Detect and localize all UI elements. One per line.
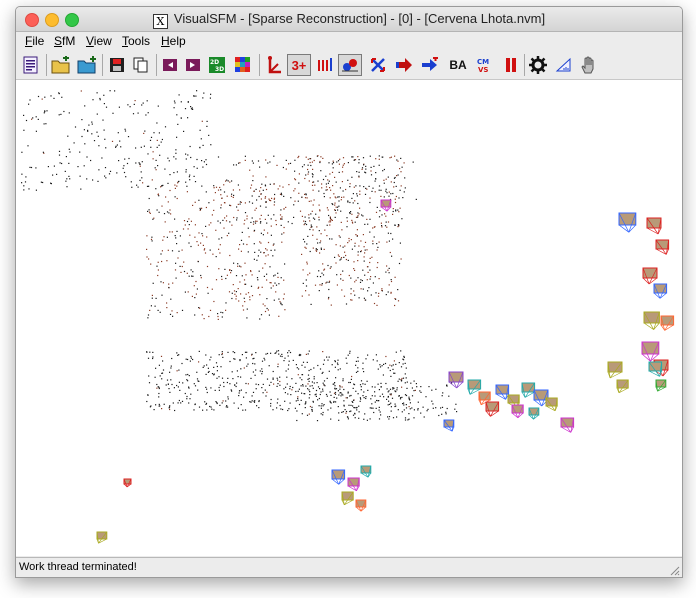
x11-app-icon: X [152, 14, 168, 29]
camera-frustum [646, 217, 662, 235]
reconstruction-canvas[interactable] [16, 80, 682, 556]
camera-frustum [641, 341, 660, 362]
camera-frustum [331, 469, 346, 485]
camera-frustum [355, 499, 367, 512]
camera-frustum [443, 419, 455, 432]
edit-ruler-icon[interactable] [552, 54, 574, 76]
log-window-icon[interactable] [20, 54, 42, 76]
camera-frustum [545, 397, 558, 412]
show-feature-icon[interactable] [232, 54, 254, 76]
camera-frustum [655, 379, 667, 392]
add-model-icon[interactable] [419, 54, 441, 76]
camera-frustum [521, 382, 536, 398]
show-single-image-icon[interactable] [182, 54, 204, 76]
camera-frustum [653, 283, 668, 299]
camera-frustum [495, 384, 510, 400]
open-multi-images-icon[interactable] [50, 54, 72, 76]
window-title: VisualSFM - [Sparse Reconstruction] - [0… [173, 11, 546, 26]
toolbar: 2D 3D 3+ BA CM VS [16, 51, 682, 80]
camera-frustum [528, 407, 540, 420]
title-bar[interactable]: X VisualSFM - [Sparse Reconstruction] - [… [16, 7, 682, 32]
bundle-adjustment-icon[interactable]: BA [446, 54, 470, 76]
status-bar: Work thread terminated! [16, 557, 682, 577]
svg-text:VS: VS [478, 66, 488, 74]
camera-frustum [448, 371, 464, 389]
camera-frustum [380, 199, 392, 212]
dense-cmvs-icon[interactable]: CM VS [474, 54, 496, 76]
menu-view[interactable]: View [86, 34, 112, 48]
point-cloud-view[interactable] [16, 80, 682, 556]
compute-missing-match-icon[interactable] [263, 54, 285, 76]
menu-help[interactable]: Help [161, 34, 186, 48]
menu-bar: File SfM View Tools Help [16, 32, 682, 51]
toolbar-separator [102, 54, 103, 76]
toolbar-separator [259, 54, 260, 76]
pause-icon[interactable] [500, 54, 522, 76]
status-text: Work thread terminated! [19, 561, 137, 573]
toolbar-separator [524, 54, 525, 76]
camera-frustum [96, 531, 108, 544]
app-window: X VisualSFM - [Sparse Reconstruction] - [… [15, 6, 683, 578]
camera-frustum [643, 311, 660, 330]
camera-frustum [660, 315, 675, 331]
camera-frustum [560, 417, 575, 433]
menu-tools[interactable]: Tools [122, 34, 150, 48]
resize-grip-icon[interactable] [668, 564, 680, 576]
toolbar-separator [46, 54, 47, 76]
camera-frustum [347, 477, 360, 492]
copy-icon[interactable] [130, 54, 152, 76]
camera-frustum [655, 239, 670, 255]
camera-frustum [616, 379, 629, 394]
show-thumbnails-icon[interactable] [159, 54, 181, 76]
camera-frustum [341, 491, 354, 506]
compute-3d-reconstruction-bars-icon[interactable] [314, 54, 336, 76]
settings-gear-icon[interactable] [527, 54, 549, 76]
camera-frustum [511, 404, 524, 419]
toolbar-separator [156, 54, 157, 76]
add-images-icon[interactable] [76, 54, 98, 76]
svg-text:CM: CM [477, 58, 489, 66]
svg-text:3D: 3D [215, 66, 224, 73]
run-sfm-arrow-icon[interactable] [393, 54, 415, 76]
show-3d-points-icon[interactable] [338, 54, 362, 76]
reconstruction-view-icon[interactable] [367, 54, 389, 76]
camera-frustum [642, 267, 658, 285]
menu-sfm[interactable]: SfM [54, 34, 75, 48]
save-nvm-icon[interactable] [106, 54, 128, 76]
reconstruct-3plus-icon[interactable]: 3+ [287, 54, 311, 76]
svg-text:2D: 2D [210, 59, 219, 66]
camera-frustum [360, 465, 372, 478]
camera-frustum [485, 401, 500, 417]
camera-frustum [607, 361, 623, 379]
camera-frustum [648, 361, 663, 377]
camera-frustum [618, 212, 637, 233]
show-match-matrix-icon[interactable]: 2D 3D [206, 54, 228, 76]
window-title-wrap: X VisualSFM - [Sparse Reconstruction] - [… [16, 11, 682, 29]
pan-hand-icon[interactable] [578, 54, 600, 76]
menu-file[interactable]: File [25, 34, 44, 48]
camera-frustum [123, 478, 132, 488]
